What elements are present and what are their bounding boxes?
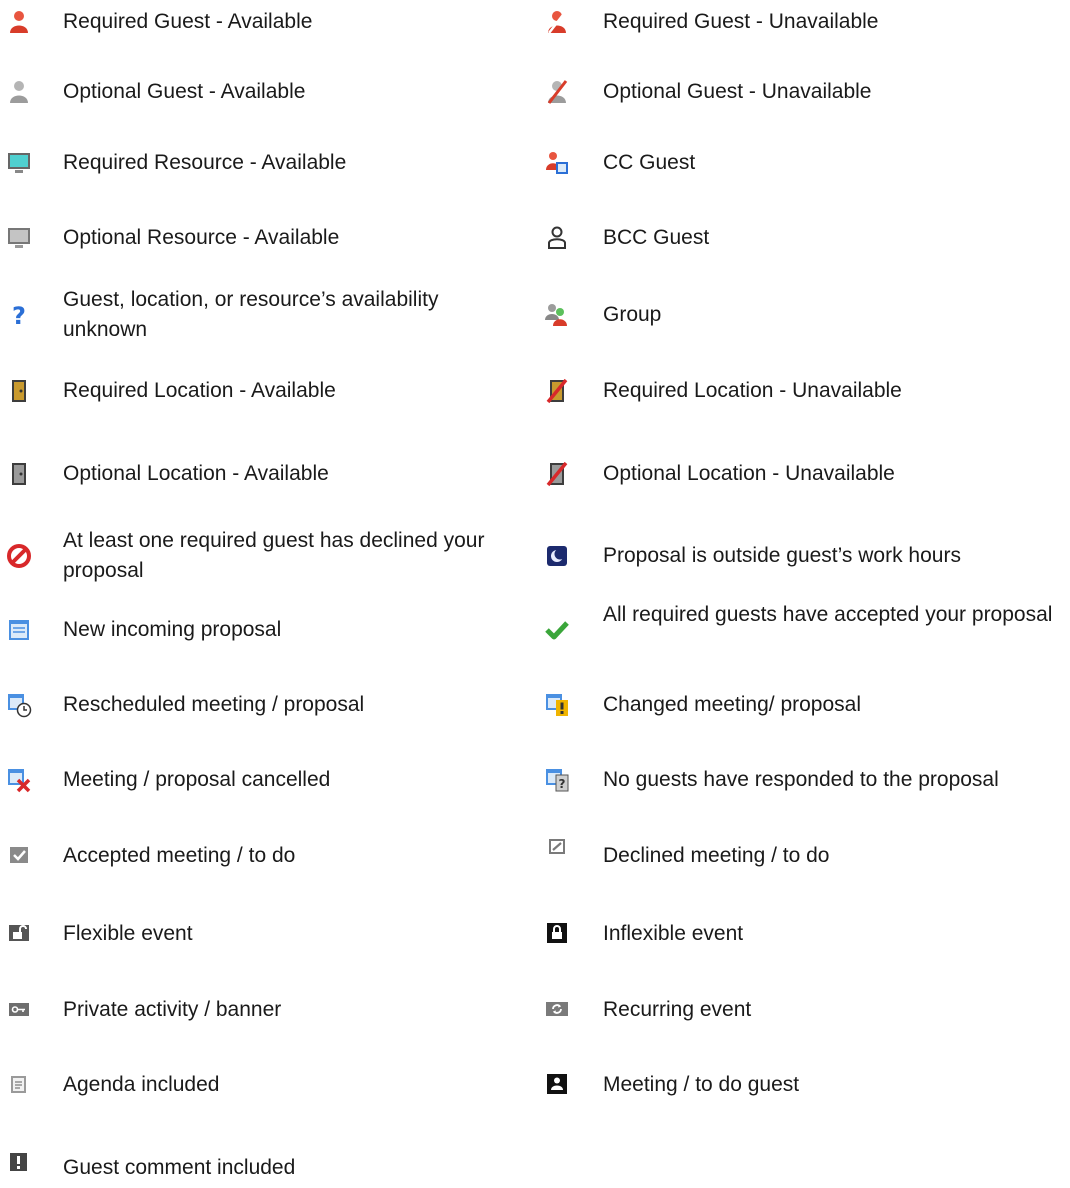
no-entry-icon bbox=[6, 543, 32, 569]
legend-label: Proposal is outside guest’s work hours bbox=[603, 544, 961, 567]
legend-item-rescheduled-meeting: Rescheduled meeting / proposal bbox=[0, 685, 520, 725]
legend-item-agenda-included: Agenda included bbox=[0, 1065, 520, 1105]
calendar-x-icon bbox=[6, 767, 32, 793]
legend-item-outside-work-hours: Proposal is outside guest’s work hours bbox=[540, 536, 1070, 576]
legend-label: All required guests have accepted your p… bbox=[603, 603, 1053, 626]
person-gray-icon bbox=[6, 79, 32, 105]
legend-item-optional-location-available: Optional Location - Available bbox=[0, 454, 520, 494]
legend-item-no-responses: ? No guests have responded to the propos… bbox=[540, 760, 1070, 800]
legend-label: Changed meeting/ proposal bbox=[603, 693, 862, 716]
legend-label: Guest comment included bbox=[63, 1156, 296, 1179]
legend-item-optional-resource-available: Optional Resource - Available bbox=[0, 218, 520, 258]
legend-label: Flexible event bbox=[63, 922, 193, 945]
legend-item-new-incoming-proposal: New incoming proposal bbox=[0, 610, 520, 650]
calendar-exclamation-icon bbox=[544, 692, 570, 718]
legend-label: At least one required guest has declined… bbox=[63, 529, 485, 582]
legend-item-availability-unknown: ? Guest, location, or resource’s availab… bbox=[0, 288, 520, 341]
legend-item-optional-location-unavailable: Optional Location - Unavailable bbox=[540, 454, 1070, 494]
door-gray-icon bbox=[6, 461, 32, 487]
calendar-note-icon bbox=[6, 617, 32, 643]
moon-icon bbox=[544, 543, 570, 569]
person-gray-slashed-icon bbox=[544, 79, 570, 105]
legend-label: Rescheduled meeting / proposal bbox=[63, 693, 365, 716]
check-mark-icon bbox=[544, 617, 570, 643]
legend-label: Agenda included bbox=[63, 1073, 220, 1096]
group-icon bbox=[544, 302, 570, 328]
legend-item-group: Group bbox=[540, 295, 1070, 335]
person-red-slashed-icon bbox=[544, 9, 570, 35]
legend-label: Optional Resource - Available bbox=[63, 226, 340, 249]
key-icon bbox=[6, 997, 32, 1023]
door-gray-slashed-icon bbox=[544, 461, 570, 487]
legend-label: Optional Location - Available bbox=[63, 462, 329, 485]
legend-label: Meeting / to do guest bbox=[603, 1073, 800, 1096]
legend-item-cc-guest: CC Guest bbox=[540, 143, 1070, 183]
svg-text:?: ? bbox=[559, 777, 566, 791]
legend-item-flexible-event: Flexible event bbox=[0, 914, 520, 954]
legend-item-declined-meeting: Declined meeting / to do bbox=[540, 836, 1070, 876]
monitor-gray-icon bbox=[6, 225, 32, 251]
legend-label: Inflexible event bbox=[603, 922, 744, 945]
legend-label: Required Guest - Unavailable bbox=[603, 10, 879, 33]
svg-text:?: ? bbox=[12, 302, 26, 328]
legend-item-meeting-cancelled: Meeting / proposal cancelled bbox=[0, 760, 520, 800]
legend-item-bcc-guest: BCC Guest bbox=[540, 218, 1070, 258]
document-icon bbox=[6, 1072, 32, 1098]
legend-label: BCC Guest bbox=[603, 226, 710, 249]
legend-label: Required Location - Available bbox=[63, 379, 336, 402]
calendar-clock-icon bbox=[6, 692, 32, 718]
checkbox-declined-icon bbox=[544, 836, 570, 862]
legend-label: Private activity / banner bbox=[63, 998, 282, 1021]
legend-item-meeting-guest: Meeting / to do guest bbox=[540, 1065, 1070, 1105]
legend-item-accepted-meeting: Accepted meeting / to do bbox=[0, 836, 520, 876]
person-red-icon bbox=[6, 9, 32, 35]
legend-label: New incoming proposal bbox=[63, 618, 282, 641]
legend-item-inflexible-event: Inflexible event bbox=[540, 914, 1070, 954]
legend-item-recurring-event: Recurring event bbox=[540, 990, 1070, 1030]
legend-item-required-location-available: Required Location - Available bbox=[0, 371, 520, 411]
legend-item-private-activity: Private activity / banner bbox=[0, 990, 520, 1030]
legend-label: Required Location - Unavailable bbox=[603, 379, 902, 402]
locked-icon bbox=[544, 921, 570, 947]
legend-item-required-guest-declined: At least one required guest has declined… bbox=[0, 529, 520, 582]
legend-label: Guest, location, or resource’s availabil… bbox=[63, 288, 439, 341]
monitor-teal-icon bbox=[6, 150, 32, 176]
checkbox-checked-icon bbox=[6, 843, 32, 869]
exclamation-box-icon bbox=[6, 1150, 32, 1176]
door-gold-slashed-icon bbox=[544, 378, 570, 404]
unlocked-icon bbox=[6, 921, 32, 947]
legend-label: Optional Guest - Unavailable bbox=[603, 80, 872, 103]
legend-item-optional-guest-available: Optional Guest - Available bbox=[0, 72, 520, 112]
legend-label: Declined meeting / to do bbox=[603, 844, 830, 867]
legend-label: No guests have responded to the proposal bbox=[603, 768, 999, 791]
legend-label: Required Guest - Available bbox=[63, 10, 313, 33]
person-box-icon bbox=[544, 1072, 570, 1098]
door-gold-icon bbox=[6, 378, 32, 404]
legend-label: Meeting / proposal cancelled bbox=[63, 768, 331, 791]
person-card-icon bbox=[544, 150, 570, 176]
recurring-icon bbox=[544, 997, 570, 1023]
question-mark-icon: ? bbox=[6, 302, 32, 328]
legend-label: Required Resource - Available bbox=[63, 151, 347, 174]
legend-label: CC Guest bbox=[603, 151, 696, 174]
legend-item-required-resource-available: Required Resource - Available bbox=[0, 143, 520, 183]
legend-label: Accepted meeting / to do bbox=[63, 844, 296, 867]
legend-item-required-location-unavailable: Required Location - Unavailable bbox=[540, 371, 1070, 411]
legend-item-all-accepted: All required guests have accepted your p… bbox=[540, 603, 1070, 650]
icon-legend: Required Guest - Available Optional Gues… bbox=[0, 0, 1070, 1179]
legend-label: Group bbox=[603, 303, 662, 326]
legend-item-guest-comment-included: Guest comment included bbox=[0, 1148, 520, 1188]
legend-item-optional-guest-unavailable: Optional Guest - Unavailable bbox=[540, 72, 1070, 112]
legend-label: Optional Location - Unavailable bbox=[603, 462, 895, 485]
legend-item-changed-meeting: Changed meeting/ proposal bbox=[540, 685, 1070, 725]
person-outline-icon bbox=[544, 225, 570, 251]
legend-item-required-guest-available: Required Guest - Available bbox=[0, 2, 520, 42]
calendar-question-icon: ? bbox=[544, 767, 570, 793]
legend-item-required-guest-unavailable: Required Guest - Unavailable bbox=[540, 2, 1070, 42]
legend-label: Recurring event bbox=[603, 998, 752, 1021]
legend-label: Optional Guest - Available bbox=[63, 80, 306, 103]
